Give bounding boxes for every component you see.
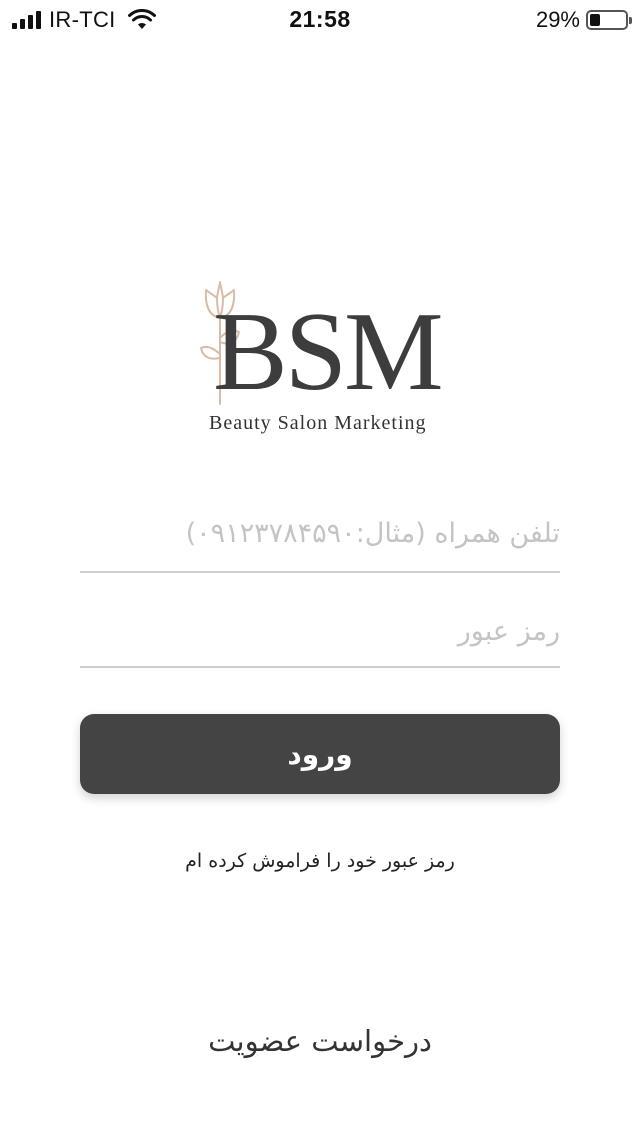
logo-tagline: Beauty Salon Marketing: [209, 412, 427, 434]
login-button-label: ورود: [287, 737, 353, 771]
battery-percent: 29%: [535, 7, 580, 32]
phone-field: [80, 505, 560, 573]
battery-level-fill: [590, 14, 600, 26]
status-right: 29%: [535, 6, 632, 34]
login-button[interactable]: ورود: [80, 714, 560, 794]
membership-request-link[interactable]: درخواست عضویت: [80, 1024, 560, 1058]
logo-wordmark: BSM: [213, 290, 444, 414]
battery-icon: [586, 10, 632, 30]
login-screen: IR-TCI 21:58 29% BSM Beauty Salon Market…: [0, 0, 640, 1136]
password-field: [80, 606, 560, 668]
bsm-logo: BSM Beauty Salon Marketing: [195, 278, 445, 443]
phone-input[interactable]: [80, 505, 560, 561]
password-input[interactable]: [80, 606, 560, 656]
forgot-password-link[interactable]: رمز عبور خود را فراموش کرده ام: [80, 850, 560, 872]
status-bar: IR-TCI 21:58 29%: [0, 0, 640, 40]
